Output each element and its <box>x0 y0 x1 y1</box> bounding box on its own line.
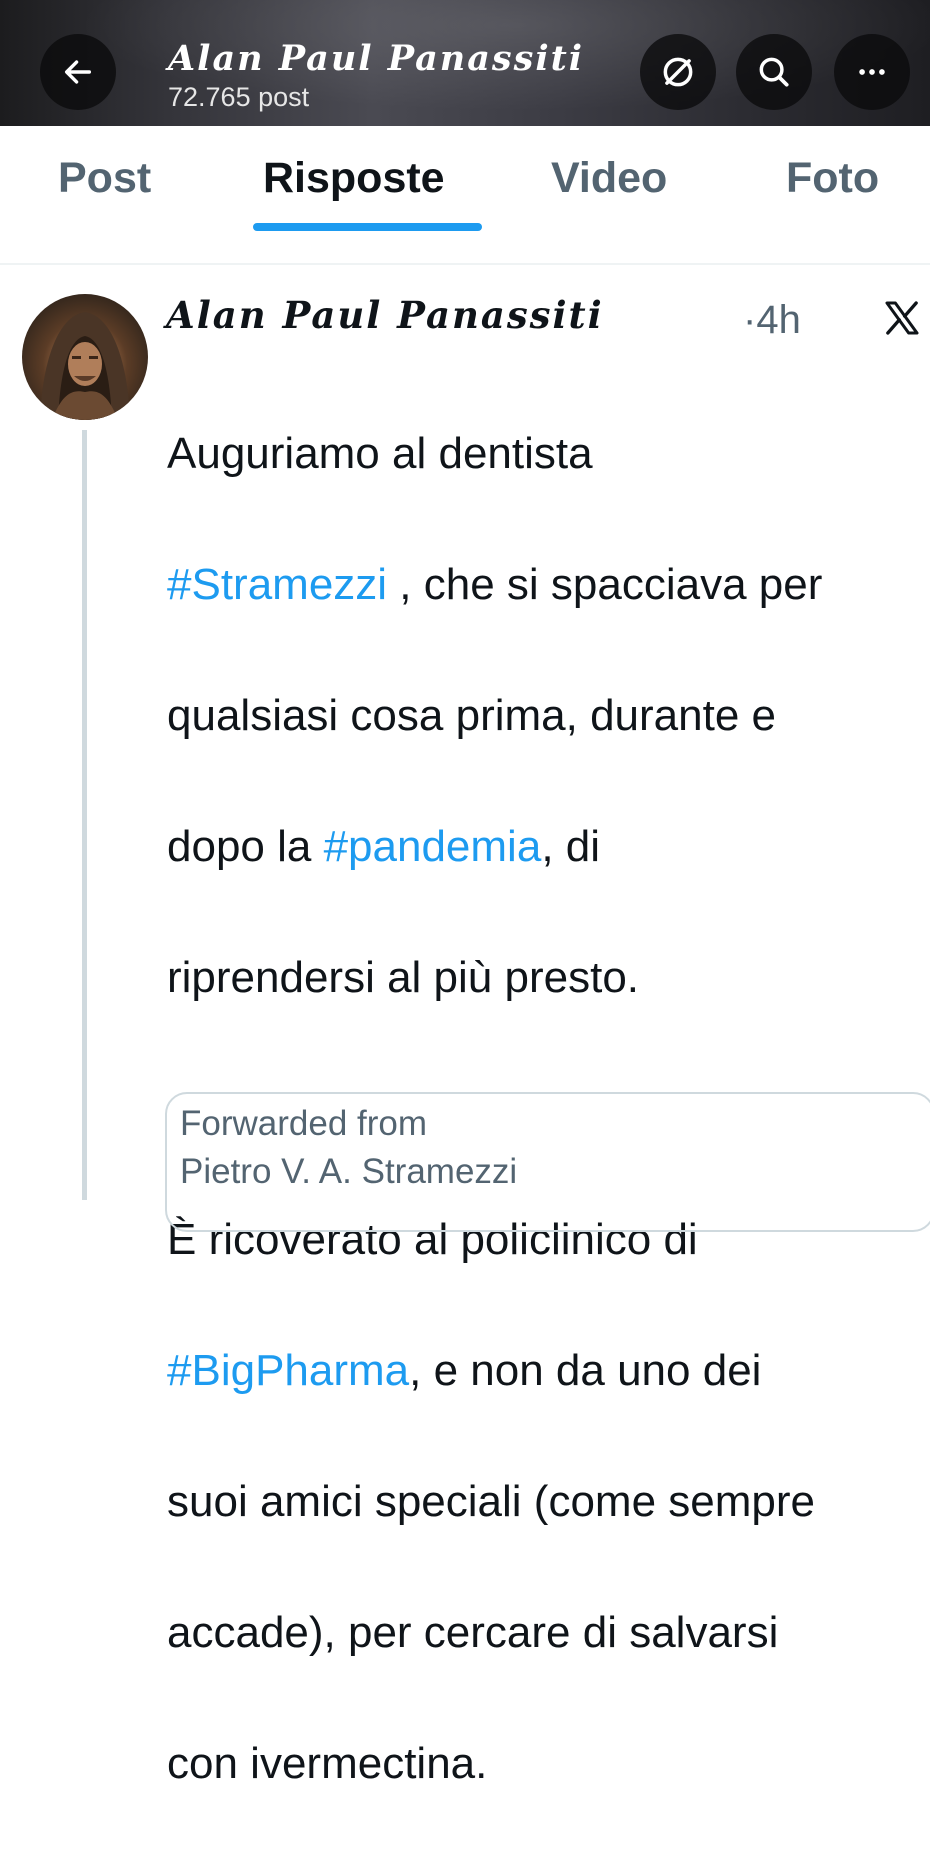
tweet-line: suoi amici speciali (come sempre <box>167 1476 815 1526</box>
tweet-meta: ·4h <box>743 298 801 343</box>
tweet-line-text: dopo la <box>167 821 324 871</box>
tweet-line-text: , che si spacciava per <box>387 559 823 609</box>
search-icon <box>759 57 789 87</box>
tweet-line: Auguriamo al dentista <box>167 428 593 478</box>
tab-foto[interactable]: Foto <box>786 154 879 203</box>
header-title: Alan Paul Panassiti <box>168 38 585 79</box>
divider <box>0 263 930 265</box>
tweet-line: qualsiasi cosa prima, durante e <box>167 690 776 740</box>
hashtag-link[interactable]: #pandemia <box>324 822 542 871</box>
tweet-line: #Stramezzi , che si spacciava per <box>167 552 927 618</box>
tweet-line: riprendersi al più presto. <box>167 952 640 1002</box>
post-count: 72.765 post <box>168 82 310 112</box>
avatar-portrait <box>40 312 130 420</box>
tweet-line: accade), per cercare di salvarsi <box>167 1607 779 1657</box>
hashtag-link[interactable]: #Stramezzi <box>167 560 387 609</box>
tweet-line-text: , e non da uno dei <box>409 1345 762 1395</box>
active-tab-indicator <box>253 223 482 231</box>
search-button[interactable] <box>736 34 812 110</box>
thread-line <box>82 430 87 1200</box>
tweet-author[interactable]: Alan Paul Panassiti <box>166 293 604 337</box>
tweet-line-text: , di <box>541 821 601 871</box>
blocked-button[interactable] <box>640 34 716 110</box>
tweet-time[interactable]: 4h <box>756 298 801 342</box>
tweet-line: dopo la #pandemia, di <box>167 814 927 880</box>
avatar[interactable] <box>22 294 148 420</box>
back-button[interactable] <box>40 34 116 110</box>
slash-circle-icon <box>663 57 693 87</box>
forwarded-label: Forwarded from <box>180 1104 428 1143</box>
profile-header: Alan Paul Panassiti 72.765 post <box>0 0 930 126</box>
arrow-left-icon <box>64 60 92 84</box>
profile-tabs: Post Risposte Video Foto <box>0 126 930 233</box>
tab-risposte[interactable]: Risposte <box>263 154 445 203</box>
more-icon <box>859 69 885 75</box>
meta-separator: · <box>743 298 757 342</box>
tab-video[interactable]: Video <box>551 154 667 203</box>
forwarded-source: Pietro V. A. Stramezzi <box>180 1152 518 1191</box>
tweet-line: con ivermectina. <box>167 1738 488 1788</box>
x-logo-icon <box>882 298 922 343</box>
hashtag-link[interactable]: #BigPharma <box>167 1346 409 1395</box>
more-button[interactable] <box>834 34 910 110</box>
tab-post[interactable]: Post <box>58 154 151 203</box>
tweet-line: #BigPharma, e non da uno dei <box>167 1338 927 1404</box>
